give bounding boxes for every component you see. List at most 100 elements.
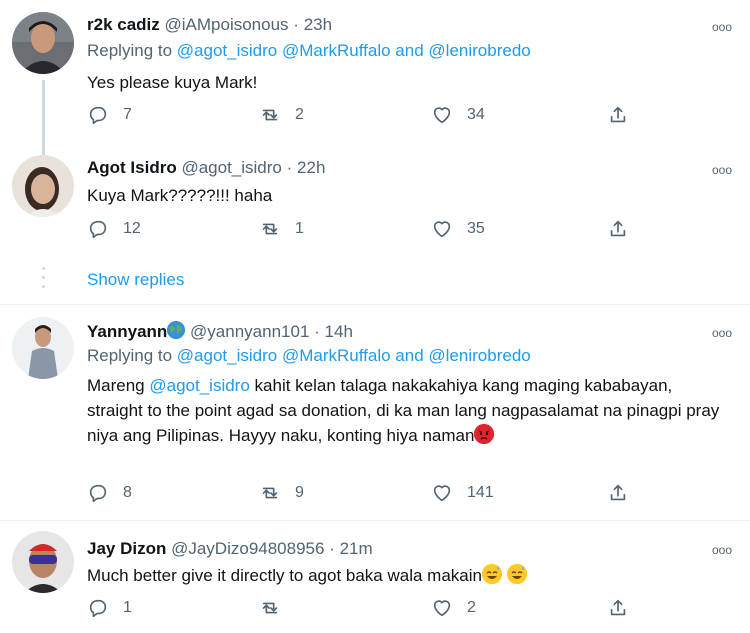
share-icon: [610, 599, 626, 616]
share-icon: [610, 106, 626, 123]
retweet-button[interactable]: 2: [259, 104, 304, 126]
mention-agot-isidro[interactable]: @agot_isidro: [177, 41, 277, 60]
like-button[interactable]: 35: [431, 218, 485, 240]
replying-to-label: Replying to: [87, 346, 173, 365]
user-handle[interactable]: @agot_isidro: [181, 158, 281, 177]
reply-count: 8: [123, 484, 132, 501]
user-handle[interactable]: @JayDizo94808956: [171, 539, 324, 558]
heart-icon: [433, 107, 451, 124]
like-button[interactable]: 141: [431, 482, 494, 504]
display-name[interactable]: Jay Dizon: [87, 539, 166, 558]
mention-markruffalo[interactable]: @MarkRuffalo: [282, 41, 391, 60]
retweet-icon: [262, 109, 278, 121]
tweet-agot-isidro[interactable]: Agot Isidro @agot_isidro · 22h Kuya Mark…: [0, 150, 750, 305]
reply-button[interactable]: 1: [87, 597, 132, 619]
user-handle[interactable]: @yannyann101: [190, 322, 309, 341]
timestamp[interactable]: 22h: [297, 158, 325, 177]
share-button[interactable]: [607, 218, 629, 240]
mention-agot-isidro[interactable]: @agot_isidro: [149, 376, 249, 395]
reply-button[interactable]: 8: [87, 482, 132, 504]
display-name[interactable]: Yannyann: [87, 322, 167, 341]
replying-to: Replying to @agot_isidro @MarkRuffalo an…: [87, 41, 531, 61]
timestamp[interactable]: 21m: [340, 539, 373, 558]
tweet-actions: 12 1 35: [87, 218, 647, 242]
retweet-icon: [262, 223, 278, 235]
reply-icon: [89, 599, 107, 618]
reply-button[interactable]: 7: [87, 104, 132, 126]
like-button[interactable]: 2: [431, 597, 476, 619]
reply-icon: [89, 220, 107, 239]
globe-emoji-icon: [167, 321, 186, 339]
tweet-text: Mareng @agot_isidro kahit kelan talaga n…: [87, 373, 727, 448]
separator-dot: ·: [329, 539, 335, 558]
display-name[interactable]: r2k cadiz: [87, 15, 160, 34]
heart-icon: [433, 221, 451, 238]
heart-icon: [433, 600, 451, 617]
tweet-r2k-cadiz[interactable]: r2k cadiz @iAMpoisonous · 23h Replying t…: [0, 0, 750, 160]
like-count: 35: [467, 220, 485, 237]
replying-to-label: Replying to: [87, 41, 173, 60]
heart-icon: [433, 485, 451, 502]
timestamp[interactable]: 23h: [304, 15, 332, 34]
thread-dots: [42, 267, 45, 294]
replying-to: Replying to @agot_isidro @MarkRuffalo an…: [87, 346, 531, 366]
avatar[interactable]: [12, 12, 74, 74]
retweet-count: 2: [295, 106, 304, 123]
tweet-jay-dizon[interactable]: Jay Dizon @JayDizo94808956 · 21m Much be…: [0, 521, 750, 633]
reply-button[interactable]: 12: [87, 218, 141, 240]
tweet-text: Yes please kuya Mark!: [87, 73, 258, 92]
reply-count: 1: [123, 599, 132, 616]
tweet-text: Kuya Mark?????!!! haha: [87, 186, 273, 205]
more-icon[interactable]: [712, 20, 732, 34]
like-button[interactable]: 34: [431, 104, 485, 126]
tweet-text-part: Much better give it directly to agot bak…: [87, 566, 482, 585]
share-icon: [610, 220, 626, 237]
retweet-button[interactable]: 9: [259, 482, 304, 504]
tweet-yannyann[interactable]: Yannyann @yannyann101 · 14h Replying to …: [0, 305, 750, 513]
more-icon[interactable]: [712, 543, 732, 557]
tweet-actions: 8 9 141: [87, 482, 647, 506]
mention-agot-isidro[interactable]: @agot_isidro: [177, 346, 277, 365]
like-count: 34: [467, 106, 485, 123]
retweet-icon: [262, 602, 278, 614]
display-name[interactable]: Agot Isidro: [87, 158, 177, 177]
more-icon[interactable]: [712, 326, 732, 340]
mention-and[interactable]: and: [395, 346, 423, 365]
mention-lenirobredo[interactable]: @lenirobredo: [428, 41, 530, 60]
retweet-count: 9: [295, 484, 304, 501]
grinning-sweat-emoji-icon: [506, 564, 527, 584]
separator-dot: ·: [286, 158, 293, 177]
separator-dot: ·: [314, 322, 320, 341]
reply-count: 12: [123, 220, 141, 237]
reply-icon: [89, 484, 107, 503]
retweet-button[interactable]: 1: [259, 218, 304, 240]
retweet-button[interactable]: [259, 597, 295, 619]
like-count: 2: [467, 599, 476, 616]
share-button[interactable]: [607, 104, 629, 126]
mention-lenirobredo[interactable]: @lenirobredo: [428, 346, 530, 365]
separator-dot: ·: [293, 15, 299, 34]
mention-and[interactable]: and: [395, 41, 423, 60]
share-button[interactable]: [607, 597, 629, 619]
tweet-actions: 7 2 34: [87, 104, 647, 128]
angry-face-emoji-icon: [474, 424, 495, 444]
reply-count: 7: [123, 106, 132, 123]
reply-icon: [89, 106, 107, 125]
show-replies-link[interactable]: Show replies: [87, 270, 184, 290]
tweet-text: Much better give it directly to agot bak…: [87, 563, 727, 588]
share-button[interactable]: [607, 482, 629, 504]
avatar[interactable]: [12, 155, 74, 217]
like-count: 141: [467, 484, 494, 501]
avatar[interactable]: [12, 531, 74, 593]
timestamp[interactable]: 14h: [325, 322, 353, 341]
mention-markruffalo[interactable]: @MarkRuffalo: [282, 346, 391, 365]
tweet-text-part: Mareng: [87, 376, 145, 395]
grinning-sweat-emoji-icon: [481, 564, 502, 584]
user-handle[interactable]: @iAMpoisonous: [165, 15, 289, 34]
retweet-icon: [262, 487, 278, 499]
tweet-actions: 1 2: [87, 597, 647, 621]
retweet-count: 1: [295, 220, 304, 237]
avatar[interactable]: [12, 317, 74, 379]
share-icon: [610, 484, 626, 501]
more-icon[interactable]: [712, 163, 732, 177]
